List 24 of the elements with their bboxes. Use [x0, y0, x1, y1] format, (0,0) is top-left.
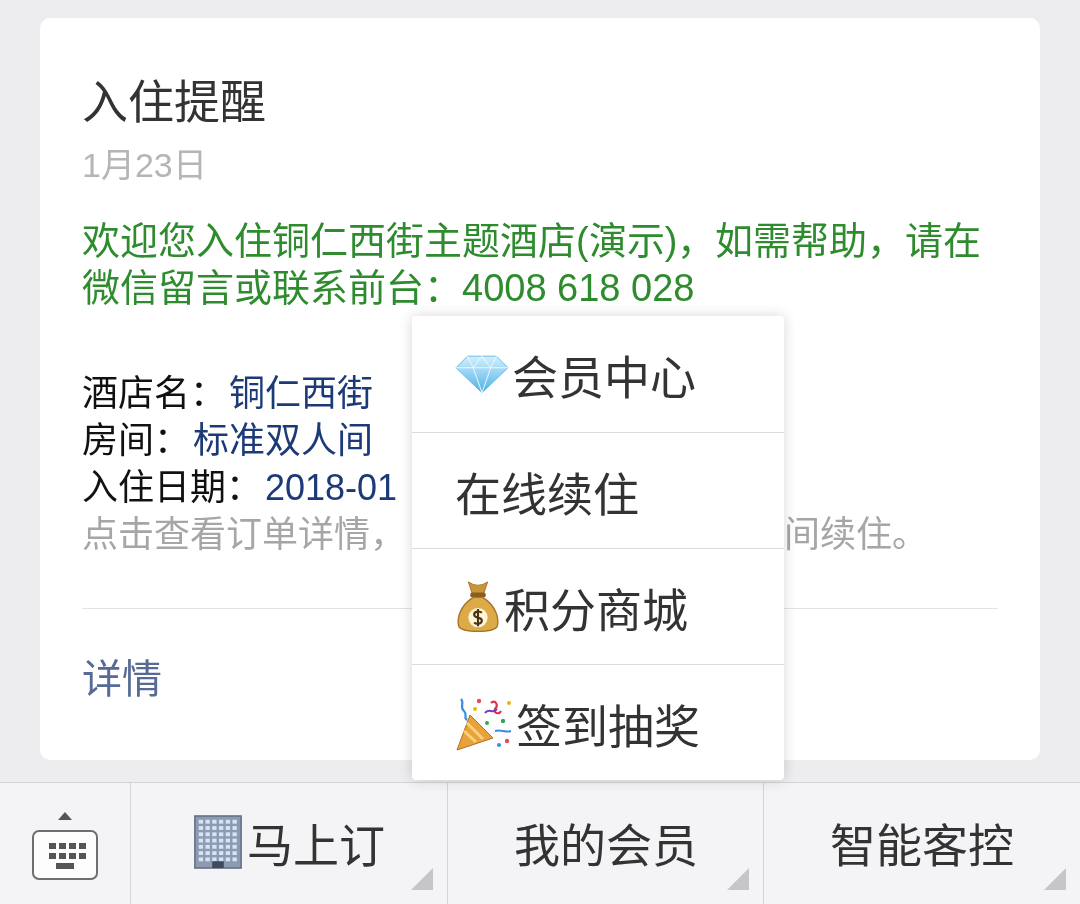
money-bag-icon [455, 579, 501, 634]
field-value: 2018-01 [265, 466, 398, 510]
menu-tab[interactable]: 我的会员 [446, 783, 764, 904]
office-building-icon [192, 814, 243, 869]
field-value: 铜仁西街 [229, 372, 373, 416]
menu-item[interactable]: 积分商城 [412, 548, 784, 664]
menu-tab[interactable]: 马上订 [130, 783, 447, 904]
details-link[interactable]: 详情 [82, 655, 162, 703]
field-label: 房间： [82, 419, 190, 463]
field-value: 标准双人间 [193, 419, 373, 463]
menu-tab[interactable]: 智能客控 [763, 783, 1080, 904]
caret-up-icon [58, 811, 72, 820]
welcome-message: 欢迎您入住铜仁西街主题酒店(演示)，如需帮助，请在微信留言或联系前台：4008 618 028 [82, 219, 983, 311]
field-label: 入住日期： [82, 466, 262, 510]
date-text: 1月23日 [82, 145, 207, 186]
hint-text: 点击查看订单详情， [82, 513, 406, 557]
card-title: 入住提醒 [82, 75, 266, 130]
field-label: 酒店名： [82, 372, 226, 416]
menu-item[interactable]: 会员中心 [412, 316, 784, 432]
hint-text: 间续住。 [784, 513, 928, 557]
keyboard-icon [32, 829, 98, 880]
menu-item[interactable]: 签到抽奖 [412, 664, 784, 780]
menu-item[interactable]: 在线续住 [412, 432, 784, 548]
diamond-icon [455, 354, 509, 394]
